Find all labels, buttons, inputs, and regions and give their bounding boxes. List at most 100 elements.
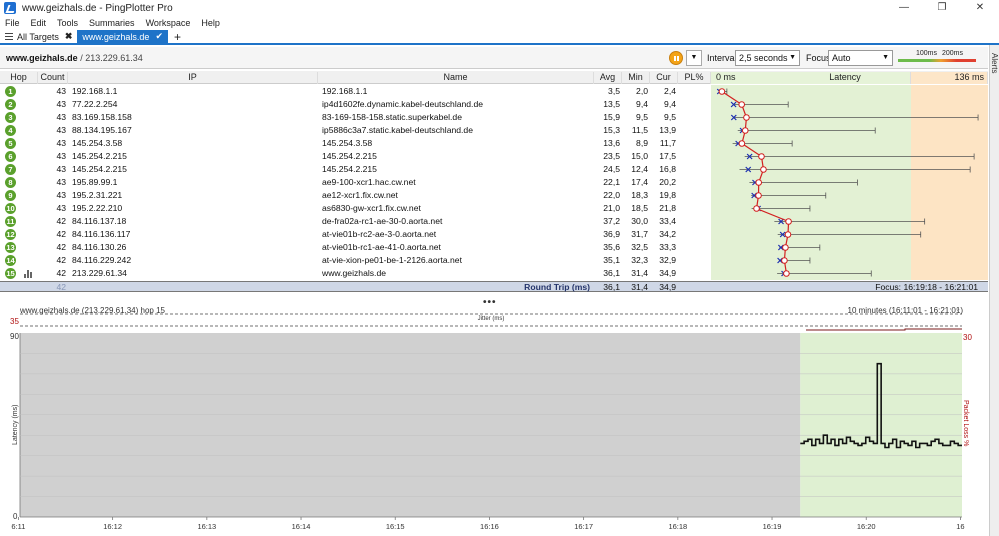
focus-range-text: Focus: 16:19:18 - 16:21:01 bbox=[875, 282, 978, 292]
hop-cur: 16,8 bbox=[659, 164, 676, 174]
menu-summaries[interactable]: Summaries bbox=[84, 18, 141, 28]
hop-number: 4 bbox=[5, 125, 16, 136]
timeline-chart[interactable]: Jitter (ms) 35 90 0 Latency (ms) 30 Packet Los… bbox=[0, 312, 988, 536]
minimize-button[interactable]: — bbox=[885, 0, 923, 16]
add-tab-button[interactable]: + bbox=[168, 30, 187, 44]
bar-chart-icon[interactable] bbox=[24, 270, 33, 278]
table-row[interactable]: 3 43 83.169.158.158 83-169-158-158.static.s… bbox=[0, 111, 711, 124]
col-hop[interactable]: Hop bbox=[0, 72, 38, 84]
chevron-down-icon: ▼ bbox=[789, 54, 796, 61]
focus-select[interactable]: Auto ▼ bbox=[828, 50, 893, 66]
interval-value: 2,5 seconds bbox=[739, 53, 788, 63]
table-row[interactable]: 11 42 84.116.137.18 de-fra02a-rc1-ae-30-0.a… bbox=[0, 215, 711, 228]
hop-name: ae12-xcr1.fix.cw.net bbox=[322, 190, 398, 200]
hop-cur: 19,8 bbox=[659, 190, 676, 200]
hop-cur: 13,9 bbox=[659, 125, 676, 135]
table-row[interactable]: 10 43 195.2.22.210 as6830-gw-xcr1.fix.cw.ne… bbox=[0, 202, 711, 215]
menu-workspace[interactable]: Workspace bbox=[141, 18, 197, 28]
hop-ip: 84.116.136.117 bbox=[72, 229, 131, 239]
hop-cur: 17,5 bbox=[659, 151, 676, 161]
table-row[interactable]: 5 43 145.254.3.58 145.254.3.58 13,6 8,9 11,7 bbox=[0, 137, 711, 150]
x-tick-label: 16:15 bbox=[386, 522, 405, 531]
hop-min: 2,0 bbox=[636, 86, 648, 96]
hop-count: 42 bbox=[56, 229, 66, 239]
hop-number: 9 bbox=[5, 190, 16, 201]
hop-min: 18,3 bbox=[631, 190, 648, 200]
pause-button[interactable] bbox=[669, 51, 683, 65]
hop-name: ip5886c3a7.static.kabel-deutschland.de bbox=[322, 125, 473, 135]
hop-name: at-vie-xion-pe01-be-1-2126.aorta.net bbox=[322, 255, 462, 265]
hamburger-icon bbox=[5, 33, 13, 40]
col-name[interactable]: Name bbox=[318, 72, 594, 84]
table-row[interactable]: 8 43 195.89.99.1 ae9-100-xcr1.hac.cw.net 22,… bbox=[0, 176, 711, 189]
hop-ip: 84.116.137.18 bbox=[72, 216, 127, 226]
hop-cur: 9,5 bbox=[664, 112, 676, 122]
hop-ip: 84.116.229.242 bbox=[72, 255, 132, 265]
hop-ip: 195.2.22.210 bbox=[72, 203, 123, 213]
menu-help[interactable]: Help bbox=[196, 18, 226, 28]
close-icon[interactable]: ✖ bbox=[65, 31, 73, 42]
avg-point bbox=[783, 270, 790, 277]
hop-count: 43 bbox=[56, 86, 66, 96]
hop-name: www.geizhals.de bbox=[322, 268, 387, 278]
col-ip[interactable]: IP bbox=[68, 72, 318, 84]
menu-file[interactable]: File bbox=[0, 18, 26, 28]
close-button[interactable]: ✕ bbox=[961, 0, 999, 16]
col-latency[interactable]: Latency bbox=[800, 72, 890, 84]
table-row[interactable]: 1 43 192.168.1.1 192.168.1.1 3,5 2,0 2,4 bbox=[0, 85, 711, 98]
x-tick-label: 16:18 bbox=[668, 522, 687, 531]
hop-count: 43 bbox=[56, 190, 66, 200]
hop-number: 14 bbox=[5, 255, 16, 266]
interval-select[interactable]: 2,5 seconds ▼ bbox=[735, 50, 800, 66]
round-trip-count: 42 bbox=[56, 282, 66, 292]
table-row[interactable]: 15 42 213.229.61.34 www.geizhals.de 36,1 31,4… bbox=[0, 267, 711, 280]
interval-label: Interval bbox=[707, 53, 737, 63]
tab-all-targets[interactable]: All Targets ✖ bbox=[0, 30, 77, 43]
col-cur[interactable]: Cur bbox=[650, 72, 678, 84]
col-pl[interactable]: PL% bbox=[678, 72, 711, 84]
tab-bar: All Targets ✖ www.geizhals.de ✔ + bbox=[0, 30, 999, 45]
hop-min: 11,5 bbox=[631, 125, 648, 135]
table-row[interactable]: 14 42 84.116.229.242 at-vie-xion-pe01-be-1-… bbox=[0, 254, 711, 267]
x-tick-label: 6:11 bbox=[11, 522, 25, 531]
table-row[interactable]: 4 43 88.134.195.167 ip5886c3a7.static.kabel… bbox=[0, 124, 711, 137]
avg-point bbox=[718, 88, 726, 95]
maximize-button[interactable]: ❐ bbox=[923, 0, 961, 16]
table-row[interactable]: 7 43 145.254.2.215 145.254.2.215 24,5 12,4 16,… bbox=[0, 163, 711, 176]
latency-min-label: 0 ms bbox=[716, 72, 736, 82]
hop-ip: 145.254.2.215 bbox=[72, 164, 127, 174]
table-row[interactable]: 12 42 84.116.136.117 at-vie01b-rc2-ae-3-0.a… bbox=[0, 228, 711, 241]
col-avg[interactable]: Avg bbox=[594, 72, 622, 84]
hop-name: de-fra02a-rc1-ae-30-0.aorta.net bbox=[322, 216, 443, 226]
table-row[interactable]: 13 42 84.116.130.26 at-vie01b-rc1-ae-41-0.a… bbox=[0, 241, 711, 254]
table-row[interactable]: 6 43 145.254.2.215 145.254.2.215 23,5 15,0 17,… bbox=[0, 150, 711, 163]
pause-dropdown-button[interactable]: ▼ bbox=[686, 50, 702, 66]
menu-tools[interactable]: Tools bbox=[52, 18, 84, 28]
hop-cur: 34,2 bbox=[659, 229, 676, 239]
menu-edit[interactable]: Edit bbox=[26, 18, 53, 28]
hop-count: 42 bbox=[56, 255, 66, 265]
hop-cur: 21,8 bbox=[659, 203, 676, 213]
hop-avg: 37,2 bbox=[603, 216, 620, 226]
alerts-side-tab[interactable]: Alerts bbox=[989, 45, 999, 536]
hop-count: 42 bbox=[56, 242, 66, 252]
hop-count: 43 bbox=[56, 99, 66, 109]
alerts-label: Alerts bbox=[990, 53, 999, 74]
col-count[interactable]: Count bbox=[38, 72, 68, 84]
hop-avg: 21,0 bbox=[603, 203, 620, 213]
table-row[interactable]: 2 43 77.22.2.254 ip4d1602fe.dynamic.kabel-d… bbox=[0, 98, 711, 111]
tab-geizhals[interactable]: www.geizhals.de ✔ bbox=[77, 30, 168, 43]
hop-min: 32,5 bbox=[631, 242, 648, 252]
jitter-line bbox=[806, 328, 962, 331]
avg-point bbox=[738, 140, 746, 147]
splitter-handle[interactable]: ••• bbox=[483, 297, 497, 308]
hop-number: 11 bbox=[5, 216, 16, 227]
avg-point bbox=[784, 231, 792, 238]
table-row[interactable]: 9 43 195.2.31.221 ae12-xcr1.fix.cw.net 22,0 1… bbox=[0, 189, 711, 202]
hop-ip: 77.22.2.254 bbox=[72, 99, 118, 109]
col-min[interactable]: Min bbox=[622, 72, 650, 84]
hop-name: at-vie01b-rc2-ae-3-0.aorta.net bbox=[322, 229, 437, 239]
hop-count: 43 bbox=[56, 125, 66, 135]
x-tick-label: 16:16 bbox=[480, 522, 499, 531]
avg-point bbox=[741, 127, 749, 134]
